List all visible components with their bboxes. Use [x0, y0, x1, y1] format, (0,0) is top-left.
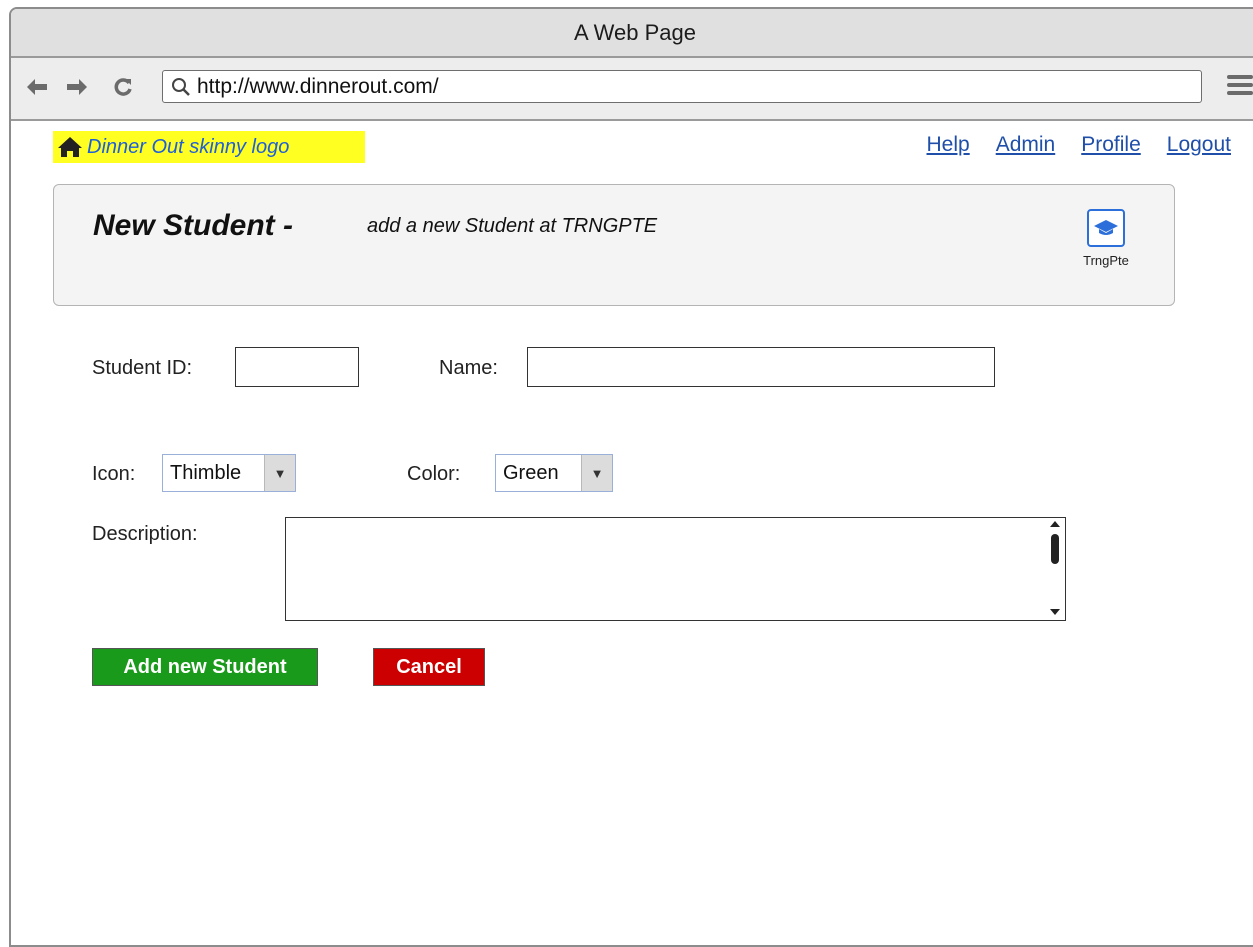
search-icon: [171, 77, 191, 97]
arrow-left-icon[interactable]: [23, 73, 51, 101]
description-label: Description:: [92, 523, 198, 545]
chevron-down-icon: ▼: [264, 455, 295, 491]
page-header-panel: New Student - add a new Student at TRNGP…: [53, 184, 1175, 306]
icon-label: Icon:: [92, 463, 136, 485]
student-id-label: Student ID:: [92, 357, 193, 379]
color-select[interactable]: Green ▼: [495, 454, 613, 492]
page-title: New Student -: [93, 209, 293, 242]
reload-icon[interactable]: [109, 73, 137, 101]
org-badge[interactable]: TrngPte: [1066, 209, 1146, 268]
top-nav: Help Admin Profile Logout: [927, 133, 1232, 157]
logout-link[interactable]: Logout: [1167, 133, 1231, 157]
site-logo[interactable]: Dinner Out skinny logo: [53, 131, 365, 163]
color-label: Color:: [407, 463, 461, 485]
name-input[interactable]: [527, 347, 995, 387]
admin-link[interactable]: Admin: [996, 133, 1056, 157]
profile-link[interactable]: Profile: [1081, 133, 1141, 157]
arrow-right-icon[interactable]: [63, 73, 91, 101]
add-student-button[interactable]: Add new Student: [92, 648, 318, 686]
url-text: http://www.dinnerout.com/: [197, 74, 439, 98]
student-id-input[interactable]: [235, 347, 359, 387]
window-title: A Web Page: [11, 9, 1253, 58]
page-subtitle: add a new Student at TRNGPTE: [367, 215, 658, 237]
description-textarea[interactable]: [285, 517, 1066, 621]
textarea-scrollbar[interactable]: [1045, 518, 1065, 620]
logo-text: Dinner Out skinny logo: [87, 135, 290, 158]
name-label: Name:: [439, 357, 498, 379]
home-icon: [57, 136, 83, 158]
page-content: Dinner Out skinny logo Help Admin Profil…: [11, 121, 1253, 945]
chevron-down-icon: ▼: [581, 455, 612, 491]
graduation-cap-icon: [1087, 209, 1125, 247]
hamburger-menu-icon[interactable]: [1227, 75, 1253, 99]
browser-window: A Web Page http://www.dinnerout.com/ Din…: [9, 7, 1253, 947]
browser-toolbar: http://www.dinnerout.com/: [11, 58, 1253, 121]
org-label: TrngPte: [1083, 253, 1129, 268]
icon-select[interactable]: Thimble ▼: [162, 454, 296, 492]
address-bar[interactable]: http://www.dinnerout.com/: [162, 70, 1202, 103]
color-select-value: Green: [503, 461, 559, 484]
help-link[interactable]: Help: [927, 133, 970, 157]
cancel-button[interactable]: Cancel: [373, 648, 485, 686]
icon-select-value: Thimble: [170, 461, 242, 484]
